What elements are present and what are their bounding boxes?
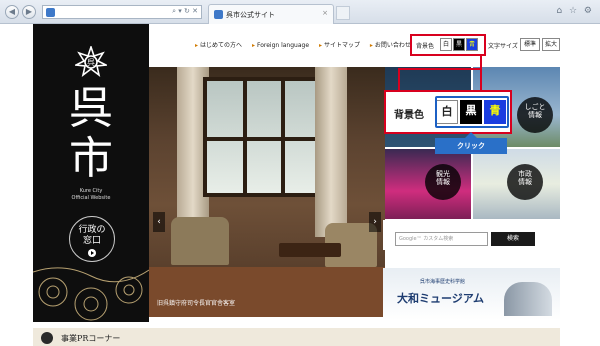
panel-line-2: 情報 (518, 178, 532, 186)
back-button[interactable]: ◀ (5, 5, 19, 19)
nav-first-time[interactable]: ▸ はじめての方へ (195, 42, 242, 49)
tourism-info-panel[interactable]: 観光 情報 (385, 149, 471, 219)
forward-icon: ▶ (25, 7, 33, 16)
top-nav: ▸ はじめての方へ ▸ Foreign language ▸ サイトマップ ▸ お問い合… (195, 40, 419, 52)
nav-sitemap[interactable]: ▸ サイトマップ (319, 42, 360, 49)
play-icon (88, 249, 96, 257)
carpet (149, 267, 385, 317)
pr-corner-bar: 事業PRコーナー (33, 328, 560, 346)
panel-line-1: 市政 (518, 170, 532, 178)
nav-label: お問い合わせ (374, 42, 411, 49)
callout-connector-horizontal (398, 68, 482, 70)
curtain-right (315, 67, 347, 237)
logo-en-line-1: Kure City (79, 188, 103, 194)
tab-favicon-icon (214, 10, 223, 19)
browser-tab[interactable]: 呉市公式サイト × (208, 4, 334, 24)
panel-line-2: 情報 (528, 111, 542, 119)
callout-selection-ring (435, 96, 509, 128)
pr-icon (41, 332, 53, 344)
pr-title: 事業PRコーナー (61, 334, 121, 343)
nav-label: はじめての方へ (200, 42, 243, 49)
nav-label: Foreign language (256, 42, 310, 49)
yamato-museum-banner[interactable]: 呉市海事歴史科学館 大和ミュージアム (383, 268, 560, 320)
text-standard-button[interactable]: 標準 (520, 38, 540, 51)
text-large-button[interactable]: 拡大 (542, 38, 560, 51)
toolbar-icons[interactable]: ⌂ ☆ ⚙ (556, 6, 594, 16)
museum-title: 大和ミュージアム (397, 292, 485, 305)
search-button[interactable]: 検索 (491, 232, 535, 246)
tab-title: 呉市公式サイト (226, 11, 275, 19)
nav-label: サイトマップ (323, 42, 360, 49)
text-size-label: 文字サイズ (488, 43, 518, 50)
hero-prev-button[interactable]: ‹ (153, 212, 165, 232)
tab-close-icon[interactable]: × (322, 9, 328, 17)
hero-image: ‹ › 旧呉鎮守府司令長官官舎客室 (149, 67, 385, 317)
new-tab-button[interactable] (336, 6, 350, 20)
admin-button-line-2: 窓口 (82, 236, 101, 246)
address-bar[interactable]: ⌕ ▾ ↻ ✕ (42, 5, 202, 19)
logo-en-line-2: Official Website (71, 195, 111, 201)
hero-caption: 旧呉鎮守府司令長官官舎客室 (157, 300, 236, 307)
logo-column: 呉 呉 市 Kure City Official Website 行政の 窓口 (33, 24, 149, 322)
nav-arrow-icon: ▸ (369, 42, 373, 49)
admin-window-button[interactable]: 行政の 窓口 (69, 216, 115, 262)
tourism-info-circle: 観光 情報 (425, 164, 461, 200)
browser-chrome: ◀ ▶ ⌕ ▾ ↻ ✕ 呉市公式サイト × ⌂ ☆ ⚙ (0, 0, 600, 24)
hero-next-button[interactable]: › (369, 212, 381, 232)
click-tag: クリック (435, 132, 507, 154)
museum-building-image (504, 282, 552, 316)
logo-kanji-kure: 呉 (69, 83, 113, 134)
logo-english: Kure City Official Website (33, 188, 149, 202)
panel-line-1: しごと (524, 103, 546, 111)
nav-contact[interactable]: ▸ お問い合わせ (370, 42, 411, 49)
forward-button[interactable]: ▶ (22, 5, 36, 19)
city-admin-info-panel[interactable]: 市政 情報 (473, 149, 560, 219)
admin-button-line-1: 行政の (78, 225, 106, 235)
search-input[interactable]: Google™ カスタム検索 (395, 232, 488, 246)
web-page: 呉 呉 市 Kure City Official Website 行政の 窓口 … (0, 24, 600, 346)
armchair-left (171, 217, 229, 265)
highlight-box (410, 34, 486, 56)
nav-foreign-language[interactable]: ▸ Foreign language (252, 42, 309, 49)
nav-arrow-icon: ▸ (195, 42, 199, 49)
favicon-icon (46, 8, 55, 17)
museum-subtitle: 呉市海事歴史科学館 (420, 279, 466, 285)
flower-decoration (33, 267, 149, 321)
svg-text:呉: 呉 (87, 58, 95, 67)
nav-arrow-icon: ▸ (251, 42, 255, 49)
panel-line-1: 観光 (436, 170, 450, 178)
back-icon: ◀ (8, 7, 16, 16)
window-mullion (203, 137, 321, 141)
city-emblem-icon: 呉 (75, 46, 107, 77)
address-controls[interactable]: ⌕ ▾ ↻ ✕ (172, 7, 198, 16)
nav-arrow-icon: ▸ (318, 42, 322, 49)
logo-kanji-shi: 市 (69, 133, 113, 184)
search-area: Google™ カスタム検索 検索 (383, 220, 560, 250)
work-info-circle: しごと 情報 (517, 97, 553, 133)
callout-label: 背景色 (394, 110, 424, 121)
panel-line-2: 情報 (436, 178, 450, 186)
callout-connector-vertical (398, 68, 400, 90)
table (279, 243, 341, 257)
zoom-callout: 背景色 白 黒 青 (384, 90, 512, 134)
callout-connector (480, 56, 482, 90)
city-admin-info-circle: 市政 情報 (507, 164, 543, 200)
